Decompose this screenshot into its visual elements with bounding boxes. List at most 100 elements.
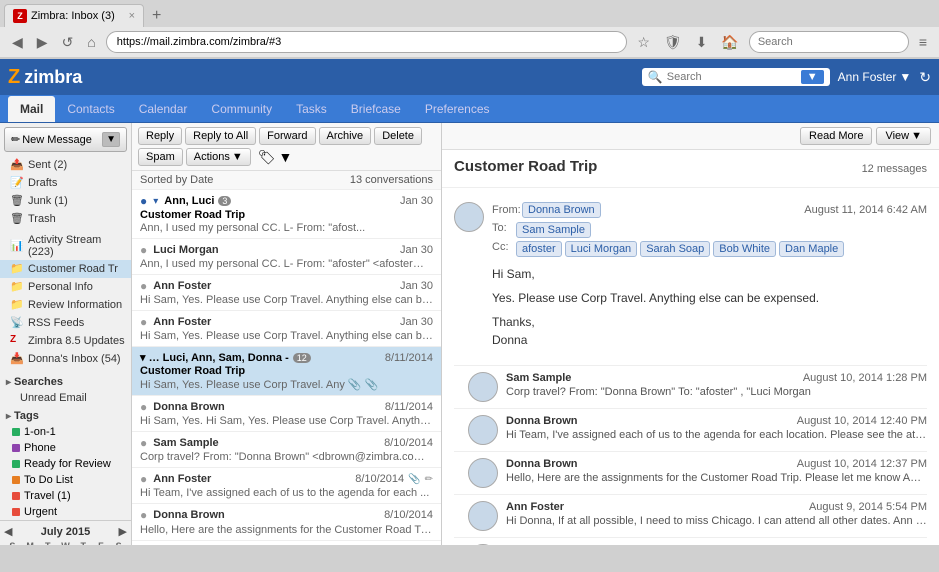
tab-tasks[interactable]: Tasks [284,96,339,122]
refresh-btn[interactable]: ↻ [919,69,931,86]
msg-date: 8/10/2014 [355,473,404,485]
new-message-arrow-icon[interactable]: ▼ [102,132,120,147]
list-item[interactable]: ▾ … Luci, Ann, Sam, Donna - 12 8/11/2014… [132,347,441,396]
thread-item[interactable]: Donna Brown August 10, 2014 12:40 PM Hi … [454,409,927,452]
msg-sender: Ann, Luci [164,195,214,207]
msg-date: 8/10/2014 [384,437,433,449]
sidebar-item-rss[interactable]: 📡 RSS Feeds [0,314,131,332]
cc-chip-4[interactable]: Bob White [713,241,776,257]
msg-preview: Hi Sam, Yes. Please use Corp Travel. Any… [140,294,433,306]
tab-community[interactable]: Community [199,96,284,122]
sidebar-item-donnas-inbox[interactable]: 📥 Donna's Inbox (54) [0,350,131,368]
tag-travel[interactable]: Travel (1) [0,488,131,504]
forward-btn[interactable]: Forward [259,127,315,145]
tab-briefcase[interactable]: Briefcase [339,96,413,122]
tag-phone-label: Phone [24,442,56,454]
spam-btn[interactable]: Spam [138,148,183,166]
reload-btn[interactable]: ↺ [58,32,78,53]
tab-contacts[interactable]: Contacts [55,96,126,122]
nav-search-btn[interactable]: ▼ [801,70,824,84]
new-tab-btn[interactable]: + [146,7,167,25]
list-item[interactable]: ● Ann Foster 8/10/2014 📎 ✏ Hi Team, I've… [132,468,441,504]
cal-prev-btn[interactable]: ◀ [4,525,12,538]
tag-1on1[interactable]: 1-on-1 [0,424,131,440]
cc-label: Cc: [492,241,512,253]
list-item[interactable]: ● Ann Foster 8/9/2014 Hi Donna, If at al… [132,541,441,545]
msg-preview: Ann, I used my personal CC. L- From: "af… [140,258,433,270]
sidebar-item-drafts[interactable]: 📝 Drafts [0,174,131,192]
search-icon: 🔍 [648,70,663,84]
list-item[interactable]: ● Luci Morgan Jan 30 Ann, I used my pers… [132,239,441,275]
sidebar-sent-label: Sent (2) [28,159,67,171]
list-item[interactable]: ● Sam Sample 8/10/2014 Corp travel? From… [132,432,441,468]
back-btn[interactable]: ◀ [8,32,27,53]
sidebar-item-sent[interactable]: 📤 Sent (2) [0,156,131,174]
new-message-btn[interactable]: ✏ New Message ▼ [4,127,127,152]
email-signature: Donna [492,331,927,349]
forward-btn[interactable]: ▶ [33,32,52,53]
cc-chip-3[interactable]: Sarah Soap [640,241,710,257]
tag-urgent[interactable]: Urgent [0,504,131,520]
shield-btn[interactable]: 🛡 [660,32,686,53]
view-btn[interactable]: View ▼ [876,127,931,145]
sidebar-item-junk[interactable]: 🗑 Junk (1) [0,192,131,210]
cc-chip-1[interactable]: afoster [516,241,562,257]
active-tab[interactable]: Z Zimbra: Inbox (3) × [4,4,144,27]
star-btn[interactable]: ☆ [633,32,654,53]
list-item[interactable]: ● Ann Foster Jan 30 Hi Sam, Yes. Please … [132,275,441,311]
tab-preferences[interactable]: Preferences [413,96,502,122]
thread-item[interactable]: Ann Foster August 9, 2014 5:54 PM Hi Don… [454,495,927,538]
unread-bullet-icon: ● [140,194,147,208]
tab-mail[interactable]: Mail [8,96,55,122]
menu-btn[interactable]: ≡ [915,32,931,52]
to-chip[interactable]: Sam Sample [516,222,591,238]
list-item[interactable]: ● Ann Foster Jan 30 Hi Sam, Yes. Please … [132,311,441,347]
tag-ready-review[interactable]: Ready for Review [0,456,131,472]
tab-close-btn[interactable]: × [129,10,135,22]
tag-todo[interactable]: To Do List [0,472,131,488]
reply-all-btn[interactable]: Reply to All [185,127,256,145]
sidebar-item-trash[interactable]: 🗑 Trash [0,210,131,228]
sidebar-item-zimbra-updates[interactable]: Z Zimbra 8.5 Updates [0,332,131,350]
tags-section-header[interactable]: ▸ Tags [0,406,131,424]
zimbra-folder-icon: Z [10,334,24,348]
sort-label: Sorted by Date [140,174,213,186]
cal-hdr-s2: S [110,541,127,545]
sidebar-item-unread-email[interactable]: Unread Email [0,390,131,406]
msg-preview: Ann, I used my personal CC. L- From: "af… [140,222,433,234]
home-btn[interactable]: ⌂ [83,32,99,52]
cc-chips: afoster Luci Morgan Sarah Soap Bob White… [516,241,844,257]
house-btn[interactable]: 🏠 [717,32,742,53]
sidebar-item-activity[interactable]: 📊 Activity Stream (223) [0,232,131,260]
tab-calendar[interactable]: Calendar [127,96,200,122]
thread-item[interactable]: Sam Sample August 9, 2014 5:51 PM Hi, I … [454,538,927,545]
cal-next-btn[interactable]: ▶ [119,525,127,538]
reply-btn[interactable]: Reply [138,127,182,145]
tag-btn[interactable]: 🏷 [258,149,276,166]
more-btn[interactable]: ▼ [279,149,293,165]
url-input[interactable] [106,31,628,53]
msg-date: 8/11/2014 [385,401,433,413]
sidebar-item-personal-info[interactable]: 📁 Personal Info [0,278,131,296]
list-item[interactable]: ● Donna Brown 8/11/2014 Hi Sam, Yes. Hi … [132,396,441,432]
cc-chip-2[interactable]: Luci Morgan [565,241,638,257]
thread-item[interactable]: Donna Brown August 10, 2014 12:37 PM Hel… [454,452,927,495]
searches-section-header[interactable]: ▸ Searches [0,372,131,390]
user-menu[interactable]: Ann Foster ▼ [838,70,912,84]
tag-phone[interactable]: Phone [0,440,131,456]
from-chip[interactable]: Donna Brown [522,202,601,218]
list-item[interactable]: ● ▾ Ann, Luci 3 Jan 30 Customer Road Tri… [132,190,441,239]
read-more-btn[interactable]: Read More [800,127,872,145]
cc-chip-5[interactable]: Dan Maple [779,241,844,257]
browser-search-input[interactable] [749,31,909,53]
sidebar-item-customer-road-trip[interactable]: 📁 Customer Road Tr [0,260,131,278]
thread-sender-2: Donna Brown [506,458,578,470]
nav-search-input[interactable] [667,71,797,83]
download-btn[interactable]: ⬇ [692,32,712,53]
sidebar-item-review-info[interactable]: 📁 Review Information [0,296,131,314]
delete-btn[interactable]: Delete [374,127,422,145]
archive-btn[interactable]: Archive [319,127,372,145]
thread-item[interactable]: Sam Sample August 10, 2014 1:28 PM Corp … [454,366,927,409]
list-item[interactable]: ● Donna Brown 8/10/2014 Hello, Here are … [132,504,441,541]
actions-btn[interactable]: Actions ▼ [186,148,251,166]
